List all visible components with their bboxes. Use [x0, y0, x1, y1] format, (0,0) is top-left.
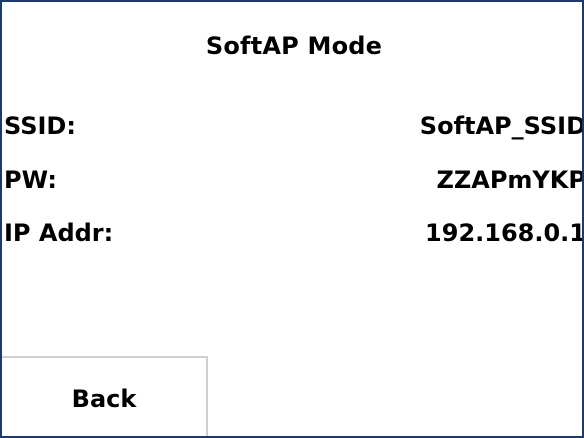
password-value: ZZAPmYKP: [436, 166, 584, 194]
ssid-row: SSID: SoftAP_SSID: [2, 112, 584, 152]
ip-address-row: IP Addr: 192.168.0.1: [2, 219, 584, 259]
ssid-label: SSID:: [4, 112, 76, 140]
page-title: SoftAP Mode: [205, 32, 383, 60]
ip-address-label: IP Addr:: [4, 219, 114, 247]
softap-screen: SoftAP Mode SSID: SoftAP_SSID PW: ZZAPmY…: [0, 0, 584, 438]
back-button[interactable]: Back: [2, 356, 208, 436]
ip-address-value: 192.168.0.1: [425, 219, 584, 247]
ssid-value: SoftAP_SSID: [419, 112, 584, 140]
password-label: PW:: [4, 166, 57, 194]
password-row: PW: ZZAPmYKP: [2, 166, 584, 206]
